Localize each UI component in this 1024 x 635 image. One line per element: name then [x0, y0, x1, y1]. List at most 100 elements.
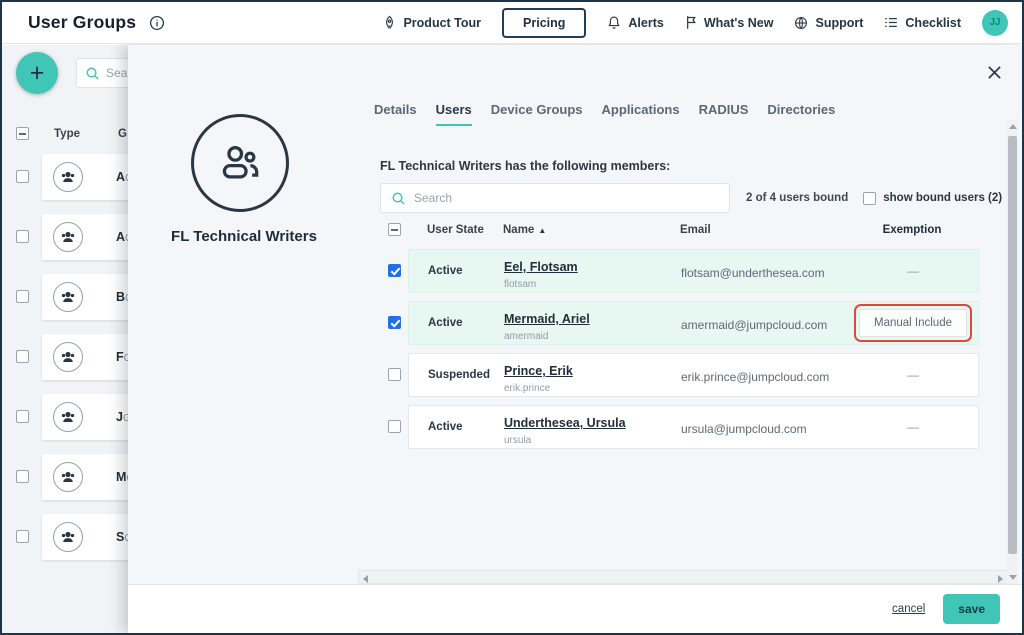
group-row-card[interactable]: MG [42, 454, 128, 500]
checklist-icon [884, 16, 898, 29]
group-row-checkbox[interactable] [16, 530, 29, 543]
sort-asc-icon: ▲ [538, 226, 546, 235]
scroll-down-icon[interactable] [1009, 575, 1017, 580]
app-window: User Groups Product Tour Pricing [0, 0, 1024, 635]
select-all-users-checkbox[interactable] [388, 223, 401, 236]
info-icon[interactable] [149, 15, 165, 31]
nav-support[interactable]: Support [794, 16, 863, 30]
close-icon[interactable] [984, 62, 1004, 82]
list-item: AG [2, 154, 128, 200]
user-row-checkbox[interactable] [388, 368, 401, 381]
list-item: MG [2, 454, 128, 500]
user-row-card: Active Eel, Flotsam flotsam flotsam@unde… [408, 249, 979, 293]
members-search-row: 2 of 4 users bound show bound users (2) [380, 183, 1006, 213]
tab-device-groups[interactable]: Device Groups [491, 102, 583, 126]
user-email: flotsam@underthesea.com [681, 266, 825, 280]
user-row-checkbox[interactable] [388, 420, 401, 433]
user-name-cell: Mermaid, Ariel amermaid [504, 310, 590, 342]
user-row-checkbox[interactable] [388, 264, 401, 277]
bell-icon [607, 15, 621, 30]
nav-whats-new[interactable]: What's New [685, 15, 774, 30]
user-row-checkbox[interactable] [388, 316, 401, 329]
user-name-link[interactable]: Mermaid, Ariel [504, 312, 590, 326]
user-group-icon [191, 114, 289, 212]
table-row: Active Underthesea, Ursula ursula ursula… [378, 405, 1004, 449]
scrollbar-thumb[interactable] [1008, 136, 1017, 554]
add-group-button[interactable]: + [16, 52, 58, 94]
sidebar-user-groups-list: + Type G AG [2, 45, 128, 633]
nav-label: Product Tour [403, 16, 481, 30]
nav-product-tour[interactable]: Product Tour [383, 15, 481, 30]
scroll-right-icon[interactable] [998, 575, 1003, 583]
group-avatar-icon [53, 402, 83, 432]
group-row-checkbox[interactable] [16, 410, 29, 423]
scroll-up-icon[interactable] [1009, 124, 1017, 129]
show-bound-users-checkbox[interactable] [863, 192, 876, 205]
sidebar-search[interactable] [76, 58, 128, 88]
list-item: AG [2, 214, 128, 260]
group-row-card[interactable]: FG [42, 334, 128, 380]
group-row-checkbox[interactable] [16, 230, 29, 243]
group-row-checkbox[interactable] [16, 470, 29, 483]
user-state: Active [428, 265, 463, 277]
group-row-card[interactable]: AG [42, 214, 128, 260]
exemption-column-header: Exemption [862, 224, 962, 236]
group-row-card[interactable]: JG [42, 394, 128, 440]
page-title: User Groups [28, 12, 136, 33]
user-email: ursula@jumpcloud.com [681, 422, 807, 436]
modal-footer: cancel save [128, 584, 1022, 633]
user-name-cell: Prince, Erik erik.prince [504, 362, 573, 394]
group-row-checkbox[interactable] [16, 170, 29, 183]
table-row: Active Eel, Flotsam flotsam flotsam@unde… [378, 249, 1004, 293]
show-bound-users-label: show bound users (2) [883, 192, 1002, 204]
user-name-link[interactable]: Underthesea, Ursula [504, 416, 626, 430]
show-bound-users-toggle[interactable]: show bound users (2) [863, 192, 1002, 205]
flag-icon [685, 15, 697, 30]
user-avatar[interactable]: JJ [982, 10, 1008, 36]
rocket-icon [383, 15, 396, 30]
type-column-header: Type [54, 128, 80, 140]
sidebar-search-input[interactable] [106, 66, 128, 80]
exemption-value: — [907, 420, 919, 434]
users-table-header: User State Name▲ Email Exemption [378, 222, 1004, 240]
nav-checklist[interactable]: Checklist [884, 16, 961, 30]
cancel-button[interactable]: cancel [892, 603, 925, 615]
user-state: Active [428, 421, 463, 433]
group-row-card[interactable]: BG [42, 274, 128, 320]
tab-directories[interactable]: Directories [767, 102, 835, 126]
group-column-header: G [118, 128, 127, 140]
user-state: Suspended [428, 369, 490, 381]
save-button[interactable]: save [943, 594, 1000, 624]
members-search[interactable] [380, 183, 730, 213]
group-row-card[interactable]: AG [42, 154, 128, 200]
tab-details[interactable]: Details [374, 102, 417, 126]
user-email: amermaid@jumpcloud.com [681, 318, 827, 332]
name-column-header[interactable]: Name▲ [503, 224, 546, 236]
scroll-left-icon[interactable] [363, 575, 368, 583]
group-row-checkbox[interactable] [16, 290, 29, 303]
members-search-input[interactable] [414, 191, 719, 205]
table-row: Active Mermaid, Ariel amermaid amermaid@… [378, 301, 1004, 345]
list-item: JG [2, 394, 128, 440]
group-avatar-icon [53, 282, 83, 312]
tab-users[interactable]: Users [436, 102, 472, 126]
nav-alerts[interactable]: Alerts [607, 15, 663, 30]
user-name-cell: Underthesea, Ursula ursula [504, 414, 626, 446]
horizontal-scrollbar[interactable] [358, 570, 1008, 584]
pricing-button[interactable]: Pricing [502, 8, 586, 38]
nav-label: What's New [704, 16, 774, 30]
nav-label: Alerts [628, 16, 663, 30]
user-name-link[interactable]: Eel, Flotsam [504, 260, 578, 274]
vertical-scrollbar[interactable] [1007, 120, 1018, 584]
group-row-card[interactable]: SG [42, 514, 128, 560]
tab-radius[interactable]: RADIUS [699, 102, 749, 126]
top-header: User Groups Product Tour Pricing [2, 2, 1022, 44]
group-name-letter: A [116, 230, 125, 244]
user-name-link[interactable]: Prince, Erik [504, 364, 573, 378]
tab-applications[interactable]: Applications [602, 102, 680, 126]
group-row-checkbox[interactable] [16, 350, 29, 363]
select-all-groups-checkbox[interactable] [16, 127, 29, 140]
username: flotsam [504, 279, 578, 290]
user-group-modal: FL Technical Writers Details Users Devic… [128, 45, 1022, 633]
user-row-card: Active Mermaid, Ariel amermaid amermaid@… [408, 301, 979, 345]
